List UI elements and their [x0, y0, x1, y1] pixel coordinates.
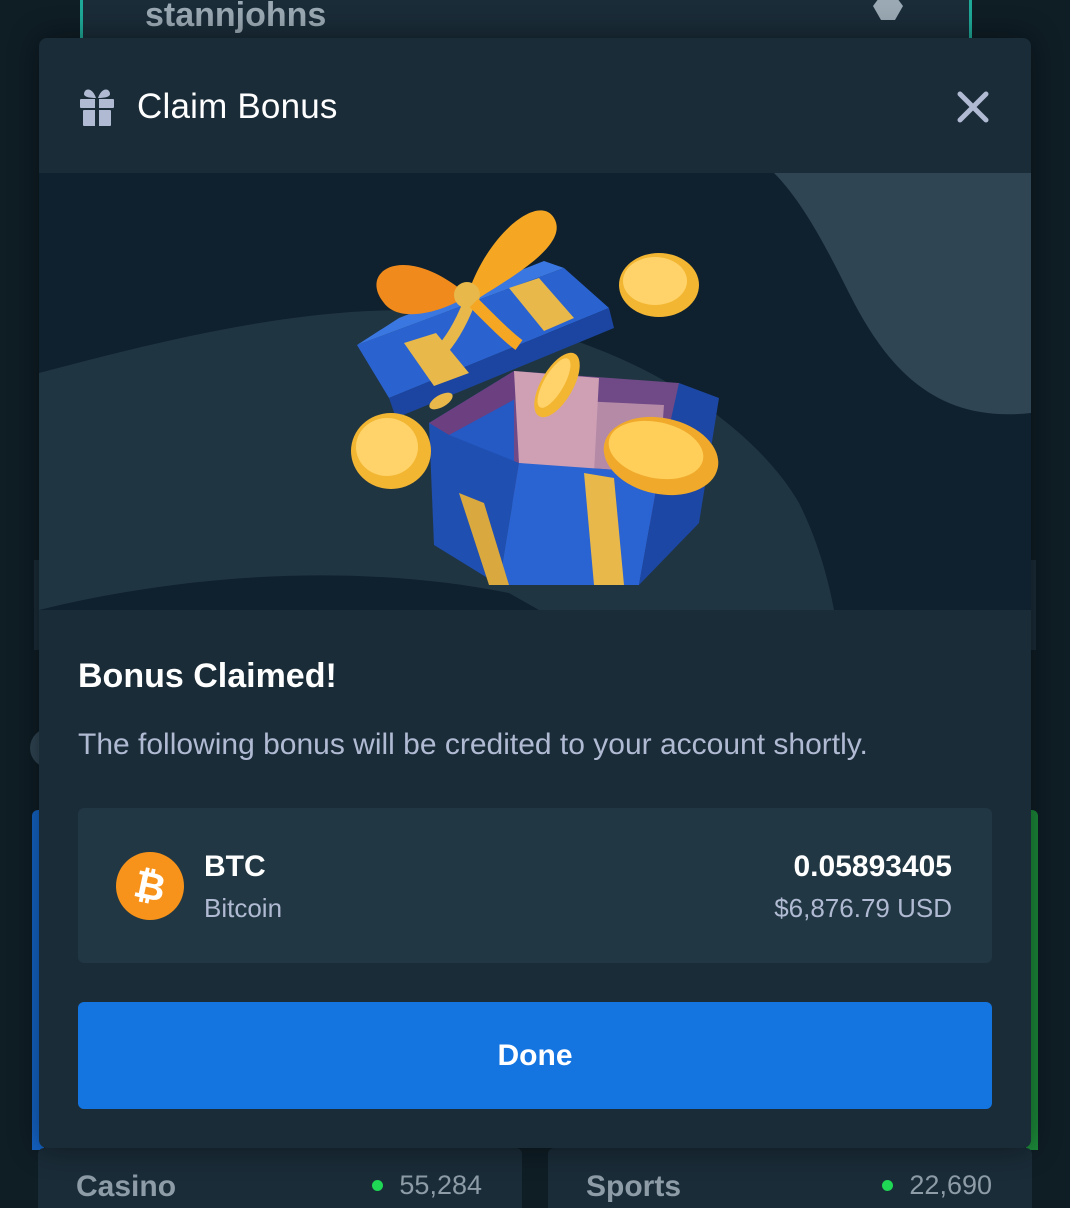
online-dot-icon [882, 1180, 894, 1191]
bonus-claimed-heading: Bonus Claimed! [78, 657, 337, 695]
gift-icon [80, 89, 114, 126]
done-button[interactable]: Done [78, 1002, 992, 1109]
currency-name: Bitcoin [204, 893, 283, 923]
casino-count-value: 55,284 [399, 1170, 482, 1200]
bonus-amount: 0.05893405 [793, 850, 953, 883]
sports-card[interactable]: Sports 22,690 [548, 1148, 1032, 1208]
gift-box-illustration [39, 173, 1031, 610]
casino-card[interactable]: Casino 55,284 [38, 1148, 522, 1208]
close-button[interactable] [951, 85, 995, 129]
bonus-claimed-description: The following bonus will be credited to … [78, 728, 868, 761]
close-icon [957, 91, 989, 123]
username: stannjohns [145, 0, 327, 34]
casino-card-label: Casino [76, 1170, 177, 1203]
sports-card-label: Sports [586, 1170, 682, 1203]
claim-bonus-modal: Claim Bonus Bonus Claimed! The following… [39, 38, 1031, 1148]
modal-title: Claim Bonus [137, 87, 338, 126]
bitcoin-icon: ₿ [116, 852, 184, 920]
sports-player-count: 22,690 [882, 1170, 992, 1201]
sports-count-value: 22,690 [909, 1170, 992, 1200]
casino-player-count: 55,284 [372, 1170, 482, 1201]
bonus-hero-illustration [39, 173, 1031, 610]
online-dot-icon [372, 1180, 384, 1191]
currency-symbol: BTC [204, 850, 266, 883]
bonus-usd-value: $6,876.79 USD [774, 893, 952, 923]
modal-header: Claim Bonus [39, 38, 1031, 173]
settings-icon [873, 0, 903, 20]
reward-card: ₿ BTC Bitcoin 0.05893405 $6,876.79 USD [78, 808, 992, 963]
